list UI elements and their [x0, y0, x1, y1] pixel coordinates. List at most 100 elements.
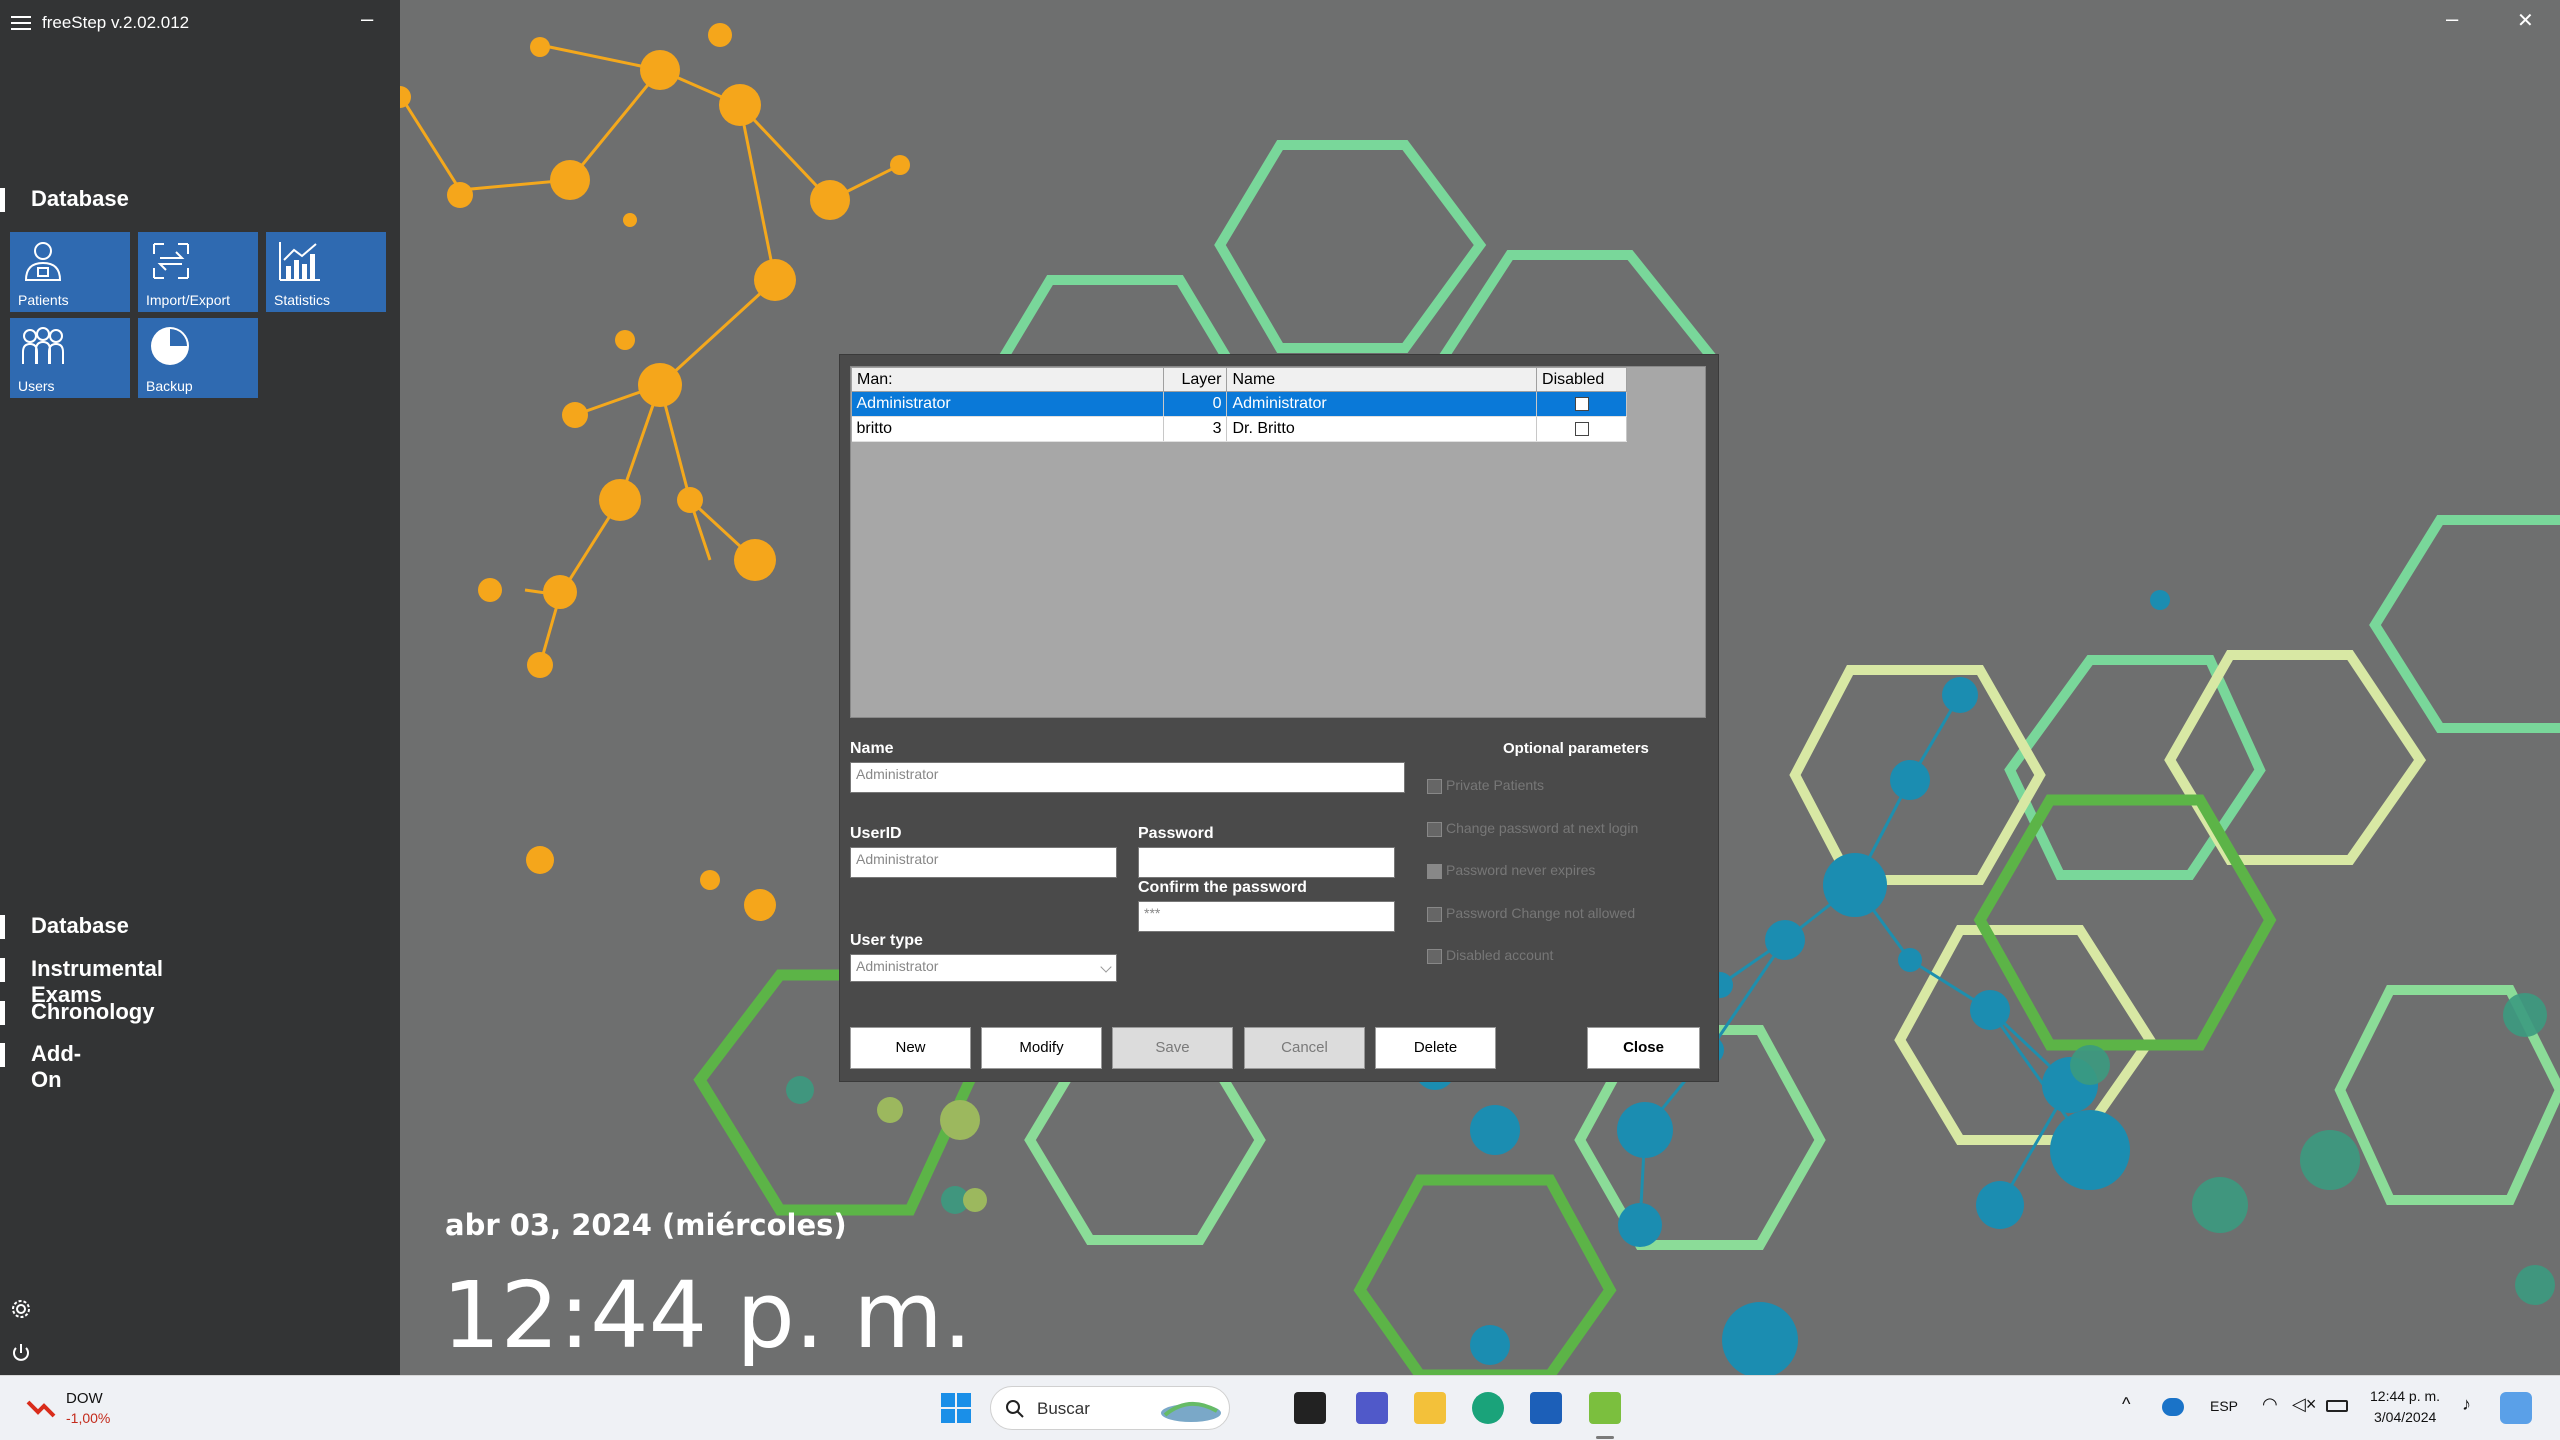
optional-parameters-title: Optional parameters — [1503, 740, 1649, 757]
battery-icon[interactable] — [2326, 1400, 2348, 1412]
file-explorer-icon[interactable] — [1414, 1392, 1446, 1424]
current-date: abr 03, 2024 (miércoles) — [445, 1208, 847, 1242]
table-header-row: Man: Layer Name Disabled — [851, 367, 1627, 392]
user-type-select[interactable]: Administrator — [850, 954, 1117, 982]
active-app-indicator — [1596, 1436, 1614, 1439]
tile-label: Statistics — [274, 292, 331, 308]
users-icon — [22, 327, 64, 364]
column-header-name[interactable]: Name — [1226, 367, 1538, 392]
taskbar-date[interactable]: 3/04/2024 — [2374, 1409, 2436, 1425]
taskbar-time[interactable]: 12:44 p. m. — [2370, 1388, 2440, 1404]
stock-trend-icon — [26, 1400, 56, 1418]
widget-name: DOW — [66, 1390, 103, 1407]
tile-import-export[interactable]: Import/Export — [138, 232, 258, 312]
disabled-checkbox[interactable] — [1574, 421, 1589, 436]
option-checkbox[interactable] — [1427, 948, 1442, 964]
tile-label: Backup — [146, 378, 193, 394]
option-checkbox[interactable] — [1427, 821, 1442, 837]
table-row[interactable]: Administrator 0 Administrator — [851, 391, 1627, 417]
users-grid[interactable]: Man: Layer Name Disabled Administrator 0… — [850, 366, 1706, 718]
teams-icon[interactable] — [1356, 1392, 1388, 1424]
cell-man: Administrator — [851, 391, 1164, 417]
save-button[interactable]: Save — [1112, 1027, 1233, 1069]
section-indicator — [0, 188, 5, 212]
modify-button[interactable]: Modify — [981, 1027, 1102, 1069]
freestep-app-icon[interactable] — [1589, 1392, 1621, 1424]
windows-start-icon[interactable] — [940, 1392, 972, 1424]
userid-label: UserID — [850, 825, 902, 842]
confirm-password-label: Confirm the password — [1138, 879, 1307, 896]
column-header-man[interactable]: Man: — [851, 367, 1164, 392]
cell-disabled — [1536, 416, 1627, 442]
users-table: Man: Layer Name Disabled Administrator 0… — [851, 367, 1627, 442]
cell-name: Administrator — [1226, 391, 1538, 417]
power-icon[interactable] — [10, 1342, 32, 1364]
option-checkbox[interactable] — [1427, 863, 1442, 879]
new-button[interactable]: New — [850, 1027, 971, 1069]
tile-backup[interactable]: Backup — [138, 318, 258, 398]
password-field[interactable] — [1138, 847, 1395, 878]
cell-layer: 0 — [1163, 391, 1228, 417]
cancel-button[interactable]: Cancel — [1244, 1027, 1365, 1069]
option-label: Change password at next login — [1446, 820, 1639, 836]
statistics-icon — [279, 242, 320, 281]
backup-icon — [151, 327, 189, 365]
cell-man: britto — [851, 416, 1164, 442]
menu-label: Chronology — [31, 999, 155, 1024]
search-placeholder: Buscar — [1037, 1399, 1090, 1418]
column-header-disabled[interactable]: Disabled — [1536, 367, 1627, 392]
window-close-button[interactable]: ✕ — [2517, 8, 2534, 33]
tile-label: Users — [18, 378, 55, 394]
onedrive-icon[interactable] — [2162, 1398, 2184, 1416]
cell-disabled — [1536, 391, 1627, 417]
sidebar-minimize-button[interactable]: – — [361, 6, 373, 32]
close-button[interactable]: Close — [1587, 1027, 1700, 1069]
search-icon — [1006, 1400, 1024, 1418]
chevron-up-icon[interactable]: ^ — [2122, 1394, 2130, 1415]
tile-users[interactable]: Users — [10, 318, 130, 398]
cell-name: Dr. Britto — [1226, 416, 1538, 442]
patients-icon — [24, 242, 62, 281]
tile-patients[interactable]: Patients — [10, 232, 130, 312]
volume-muted-icon[interactable]: ◁× — [2292, 1394, 2316, 1415]
language-indicator[interactable]: ESP — [2210, 1398, 2238, 1414]
option-password-change-not-allowed: Password Change not allowed — [1427, 905, 1635, 922]
menu-indicator — [0, 1043, 5, 1067]
copilot-icon[interactable] — [2500, 1392, 2532, 1424]
option-checkbox[interactable] — [1427, 778, 1442, 794]
delete-button[interactable]: Delete — [1375, 1027, 1496, 1069]
gear-icon[interactable] — [10, 1298, 32, 1320]
menu-label: Database — [31, 913, 129, 938]
section-label: Database — [31, 186, 129, 211]
table-row[interactable]: britto 3 Dr. Britto — [851, 416, 1627, 442]
tile-label: Import/Export — [146, 292, 231, 308]
app-title: freeStep v.2.02.012 — [42, 13, 190, 32]
cell-layer: 3 — [1163, 416, 1228, 442]
store-icon[interactable] — [1530, 1392, 1562, 1424]
column-header-layer[interactable]: Layer — [1162, 367, 1228, 392]
current-time: 12:44 p. m. — [442, 1262, 973, 1369]
disabled-checkbox[interactable] — [1574, 396, 1589, 411]
option-checkbox[interactable] — [1427, 906, 1442, 922]
tile-statistics[interactable]: Statistics — [266, 232, 386, 312]
user-type-value: Administrator — [856, 958, 939, 974]
name-field[interactable]: Administrator — [850, 762, 1405, 793]
userid-field[interactable]: Administrator — [850, 847, 1117, 878]
widget-value: -1,00% — [66, 1410, 111, 1426]
notification-bell-icon[interactable]: ♪ — [2462, 1394, 2471, 1415]
taskbar: DOW -1,00% Buscar ^ ESP ◠ ◁× 12:44 p. m.… — [0, 1375, 2560, 1440]
window-minimize-button[interactable]: – — [2446, 6, 2458, 32]
confirm-password-field[interactable]: *** — [1138, 901, 1395, 932]
task-view-icon[interactable] — [1294, 1392, 1326, 1424]
option-label: Disabled account — [1446, 947, 1554, 963]
name-label: Name — [850, 740, 894, 757]
sidebar: freeStep v.2.02.012 – Database Patients … — [0, 0, 400, 1375]
edge-browser-icon[interactable] — [1472, 1392, 1504, 1424]
user-type-label: User type — [850, 932, 923, 949]
hamburger-menu-icon[interactable] — [11, 16, 31, 30]
menu-label: Add-On — [31, 1041, 82, 1092]
wifi-icon[interactable]: ◠ — [2262, 1394, 2278, 1415]
taskbar-search-box[interactable]: Buscar — [990, 1386, 1230, 1430]
menu-indicator — [0, 958, 5, 982]
menu-indicator — [0, 1001, 5, 1025]
